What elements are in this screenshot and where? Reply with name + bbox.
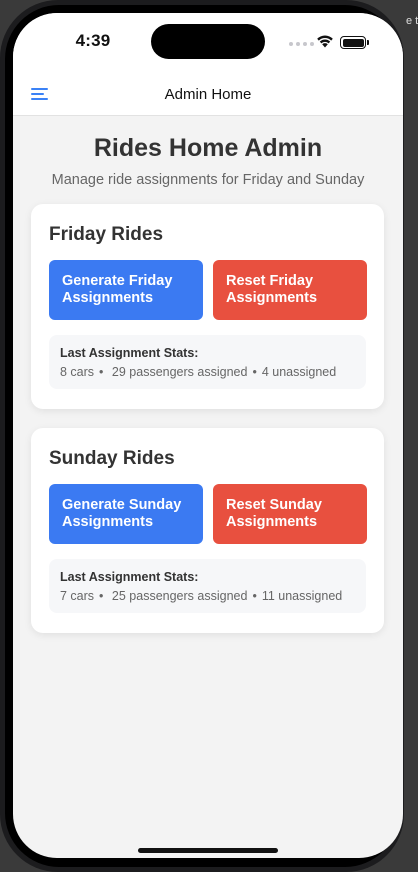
friday-rides-card: Friday Rides Generate Friday Assignments… [31, 204, 384, 409]
sunday-stats-label: Last Assignment Stats: [60, 570, 199, 584]
page-title: Rides Home Admin [93, 134, 323, 162]
reset-friday-button[interactable]: Reset Friday Assignments [213, 260, 367, 320]
sunday-card-title: Sunday Rides [49, 448, 175, 469]
friday-unassigned-count: 4 unassigned [261, 365, 337, 379]
friday-cars-count: 8 cars [60, 365, 95, 379]
nav-header: Admin Home [13, 73, 403, 116]
battery-icon [340, 36, 369, 49]
friday-stats-box: Last Assignment Stats: 8 cars • 29 passen… [49, 335, 366, 389]
nav-title: Admin Home [164, 86, 252, 103]
generate-sunday-button[interactable]: Generate Sunday Assignments [49, 484, 203, 544]
wifi-icon [317, 35, 333, 48]
app-screen: 4:39 Admin Home Rides Home Admin Manage … [13, 13, 403, 858]
sunday-stats-box: Last Assignment Stats: 7 cars • 25 passen… [49, 559, 366, 613]
sunday-passengers-count: 25 passengers assigned [111, 589, 248, 603]
sunday-stats-values: 7 cars • 25 passengers assigned • 11 unassi… [60, 589, 343, 603]
sunday-rides-card: Sunday Rides Generate Sunday Assignments… [31, 428, 384, 633]
status-time: 4:39 [75, 31, 111, 50]
sunday-cars-count: 7 cars [60, 589, 95, 603]
friday-passengers-count: 29 passengers assigned [111, 365, 248, 379]
friday-stats-values: 8 cars • 29 passengers assigned • 4 unassig… [60, 365, 337, 379]
friday-card-title: Friday Rides [49, 224, 164, 245]
dynamic-island [151, 24, 265, 59]
home-indicator[interactable] [138, 848, 278, 853]
cellular-signal-icon [289, 42, 314, 46]
status-bar: 4:39 [13, 13, 403, 73]
sunday-unassigned-count: 11 unassigned [261, 589, 343, 603]
page-subtitle: Manage ride assignments for Friday and S… [51, 172, 365, 188]
background-window-text: e th [406, 15, 418, 27]
generate-friday-button[interactable]: Generate Friday Assignments [49, 260, 203, 320]
friday-stats-label: Last Assignment Stats: [60, 346, 199, 360]
reset-sunday-button[interactable]: Reset Sunday Assignments [213, 484, 367, 544]
